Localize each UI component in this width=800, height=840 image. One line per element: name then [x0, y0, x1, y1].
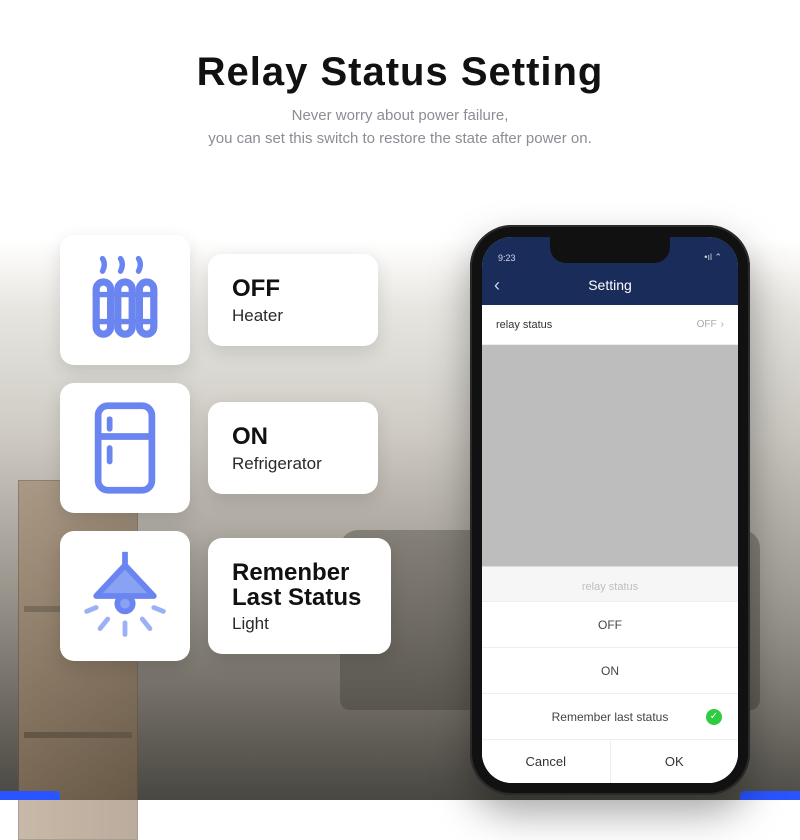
action-sheet: relay status OFF ON Remember last status…: [482, 566, 738, 783]
light-icon: [60, 531, 190, 661]
checkmark-icon: ✓: [706, 709, 722, 725]
sheet-option-remember[interactable]: Remember last status ✓: [482, 693, 738, 739]
card-heater: OFF Heater: [60, 235, 391, 365]
card-light-label: Remenber Last Status Light: [208, 538, 391, 654]
ok-button[interactable]: OK: [611, 740, 739, 783]
page-title: Relay Status Setting: [0, 50, 800, 95]
chevron-right-icon: ›: [721, 319, 724, 330]
fridge-icon: [60, 383, 190, 513]
phone-mockup: 9:23 •ıl ⌃ ‹ Setting relay status OFF › …: [470, 225, 750, 795]
navbar-title: Setting: [588, 277, 632, 293]
relay-status-row[interactable]: relay status OFF ›: [482, 305, 738, 345]
page-subtitle: Never worry about power failure, you can…: [0, 105, 800, 150]
sheet-option-on[interactable]: ON: [482, 647, 738, 693]
accent-bar-right: [740, 791, 800, 800]
sheet-title: relay status: [482, 567, 738, 601]
back-icon[interactable]: ‹: [494, 275, 500, 296]
card-fridge-label: ON Refrigerator: [208, 402, 378, 493]
phone-notch: [550, 237, 670, 263]
card-fridge: ON Refrigerator: [60, 383, 391, 513]
card-heater-label: OFF Heater: [208, 254, 378, 345]
cancel-button[interactable]: Cancel: [482, 740, 611, 783]
sheet-option-off[interactable]: OFF: [482, 601, 738, 647]
phone-navbar: ‹ Setting: [482, 265, 738, 305]
card-light: Remenber Last Status Light: [60, 531, 391, 661]
accent-bar-left: [0, 791, 60, 800]
heater-icon: [60, 235, 190, 365]
signal-icon: •ıl ⌃: [704, 252, 722, 263]
